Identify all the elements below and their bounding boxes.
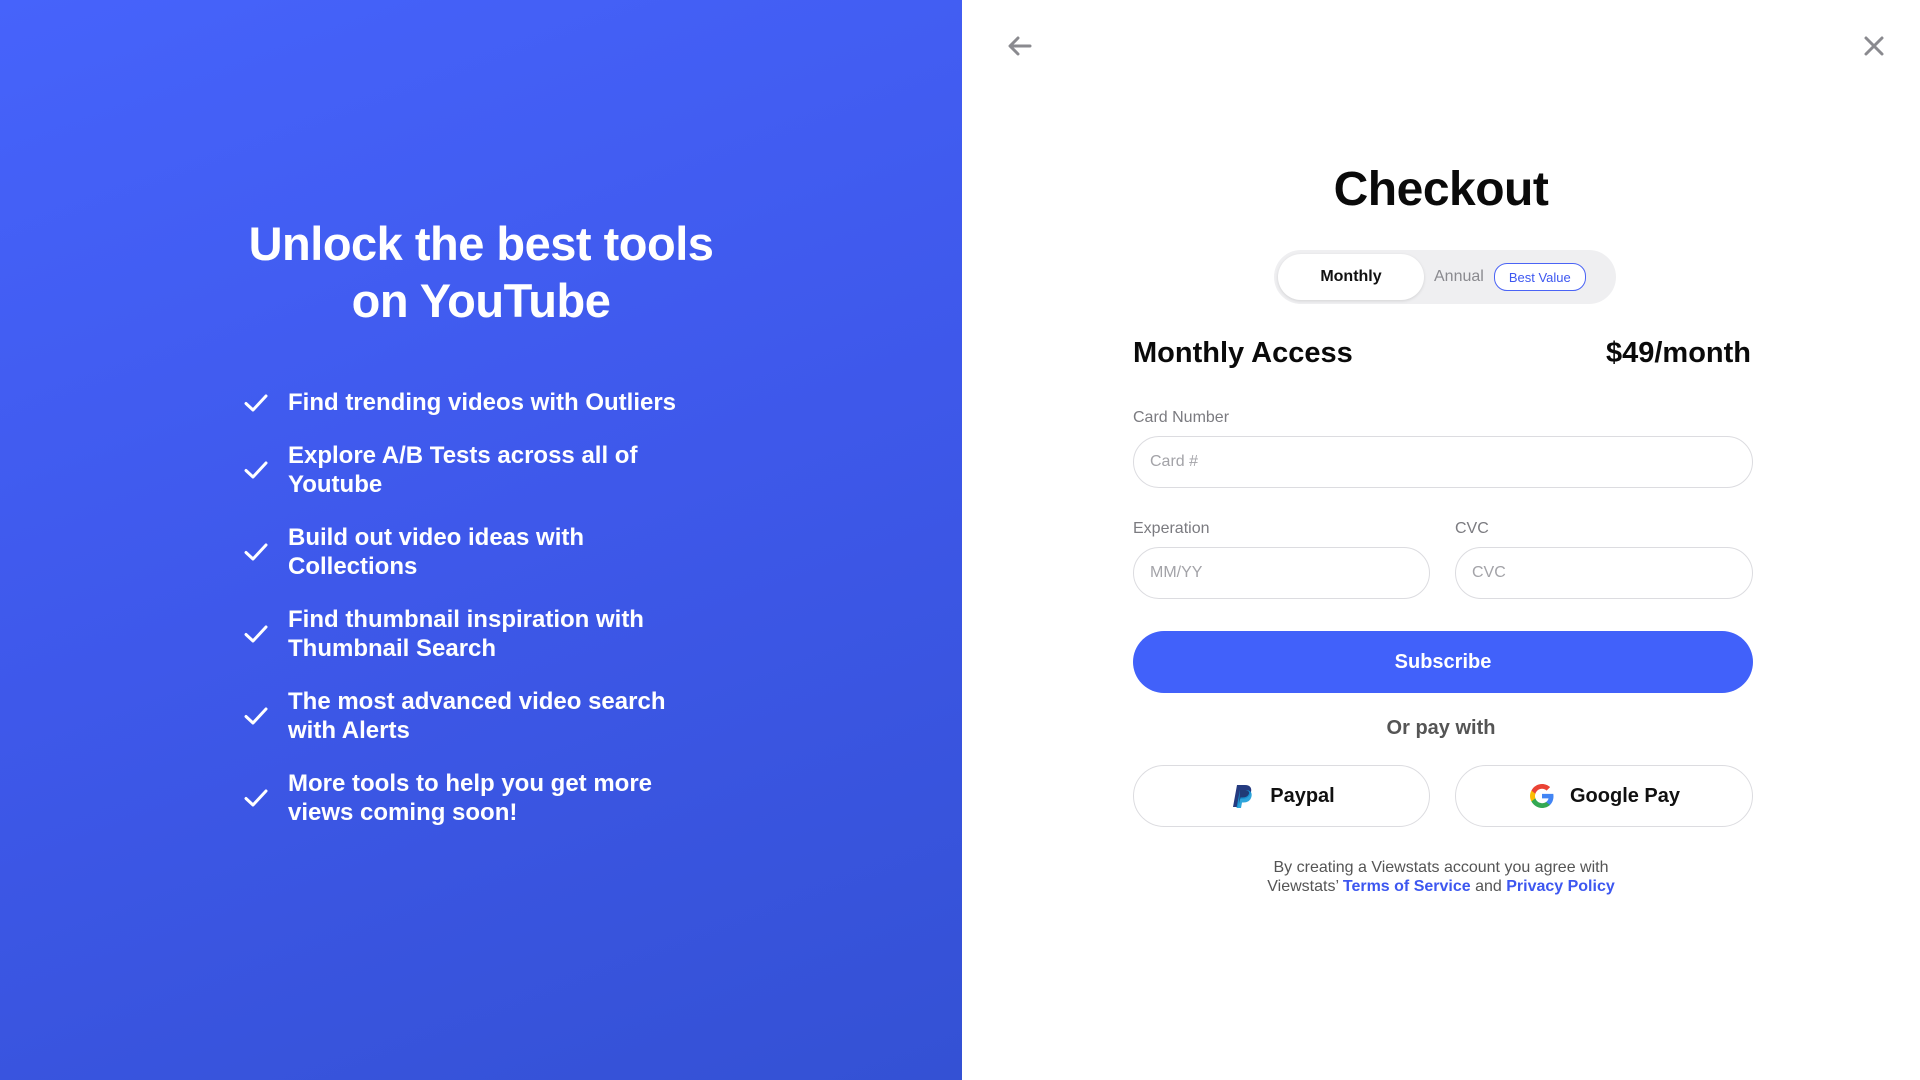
feature-text: Build out video ideas with Collections — [288, 524, 585, 580]
checkout-page: Unlock the best tools on YouTube Find tr… — [0, 0, 1920, 1080]
feature-text: Explore A/B Tests across all of Youtube — [288, 442, 638, 498]
google-icon — [1529, 784, 1554, 808]
google-pay-button[interactable]: Google Pay — [1455, 765, 1753, 827]
close-button[interactable] — [1858, 30, 1890, 62]
feature-item: Find trending videos with Outliers — [242, 388, 702, 417]
check-icon — [244, 707, 268, 725]
legal-line-2: Viewstats’ Terms of Service and Privacy … — [962, 877, 1920, 896]
marketing-panel: Unlock the best tools on YouTube Find tr… — [0, 0, 962, 1080]
paypal-icon — [1233, 785, 1252, 808]
check-icon — [244, 394, 268, 411]
feature-text: The most advanced video search with Aler… — [288, 688, 666, 744]
legal-notice: By creating a Viewstats account you agre… — [962, 858, 1920, 896]
check-icon — [244, 461, 268, 479]
best-value-badge: Best Value — [1493, 263, 1586, 291]
subscribe-button[interactable]: Subscribe — [1133, 631, 1753, 693]
billing-period-toggle: Monthly Annual Best Value — [1274, 250, 1616, 304]
feature-text: Find trending videos with Outliers — [288, 389, 677, 416]
terms-of-service-link[interactable]: Terms of Service — [1343, 878, 1471, 895]
check-icon — [244, 789, 268, 807]
privacy-policy-link[interactable]: Privacy Policy — [1506, 878, 1615, 895]
toggle-annual-label: Annual — [1434, 268, 1484, 285]
expiration-input[interactable] — [1133, 547, 1430, 599]
legal-and: and — [1470, 878, 1507, 895]
marketing-headline: Unlock the best tools on YouTube — [0, 215, 962, 329]
feature-item: The most advanced video search with Aler… — [242, 687, 702, 745]
check-icon — [244, 625, 268, 643]
checkout-panel: Checkout Monthly Annual Best Value Month… — [962, 0, 1920, 1080]
paypal-label: Paypal — [1270, 784, 1335, 807]
plan-summary: Monthly Access $49/month — [1133, 337, 1751, 370]
or-pay-with-label: Or pay with — [1386, 717, 1496, 739]
cvc-input[interactable] — [1455, 547, 1753, 599]
card-number-input[interactable] — [1133, 436, 1753, 488]
toggle-annual[interactable]: Annual Best Value — [1434, 254, 1586, 300]
plan-name: Monthly Access — [1133, 337, 1353, 369]
toggle-monthly[interactable]: Monthly — [1278, 254, 1424, 300]
feature-item: Explore A/B Tests across all of Youtube — [242, 441, 702, 499]
paypal-button[interactable]: Paypal — [1133, 765, 1430, 827]
feature-list: Find trending videos with Outliers Explo… — [242, 388, 702, 851]
headline-line-1: Unlock the best tools — [248, 217, 714, 270]
plan-price: $49/month — [1605, 337, 1751, 369]
feature-item: Build out video ideas with Collections — [242, 523, 702, 581]
google-pay-label: Google Pay — [1569, 784, 1681, 807]
card-number-label: Card Number — [1133, 409, 1230, 426]
feature-text: Find thumbnail inspiration with Thumbnai… — [288, 606, 644, 662]
feature-item: More tools to help you get more views co… — [242, 769, 702, 827]
feature-item: Find thumbnail inspiration with Thumbnai… — [242, 605, 702, 663]
close-icon — [1864, 36, 1884, 56]
checkout-title: Checkout — [1333, 163, 1549, 216]
check-icon — [244, 543, 268, 561]
headline-line-2: on YouTube — [351, 274, 611, 327]
back-button[interactable] — [1004, 30, 1036, 62]
expiration-label: Experation — [1133, 520, 1210, 537]
legal-prefix: Viewstats’ — [1267, 878, 1343, 895]
cvc-label: CVC — [1455, 520, 1489, 537]
feature-text: More tools to help you get more views co… — [288, 770, 653, 826]
legal-line-1: By creating a Viewstats account you agre… — [1273, 859, 1609, 876]
arrow-left-icon — [1008, 36, 1032, 56]
